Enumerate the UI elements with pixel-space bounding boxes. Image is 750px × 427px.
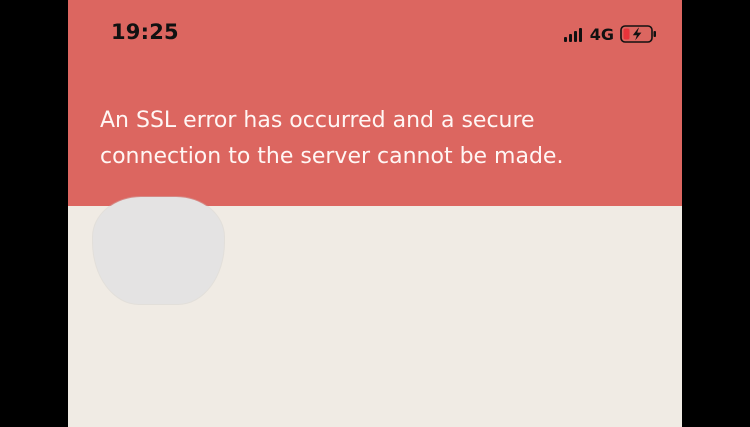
- status-bar: 19:25 4G: [68, 0, 682, 66]
- device-frame: 19:25 4G An SSL error has occurred and a…: [0, 0, 750, 427]
- network-type-label: 4G: [589, 24, 614, 44]
- error-banner[interactable]: 19:25 4G An SSL error has occurred and a…: [68, 0, 682, 206]
- status-time: 19:25: [111, 20, 179, 44]
- app-screen: 19:25 4G An SSL error has occurred and a…: [68, 0, 682, 427]
- ssl-error-message: An SSL error has occurred and a secure c…: [100, 108, 564, 169]
- battery-charging-icon: [620, 25, 656, 43]
- status-indicators: 4G: [563, 22, 658, 46]
- signal-icon: [563, 26, 582, 42]
- avatar-placeholder: [93, 197, 224, 304]
